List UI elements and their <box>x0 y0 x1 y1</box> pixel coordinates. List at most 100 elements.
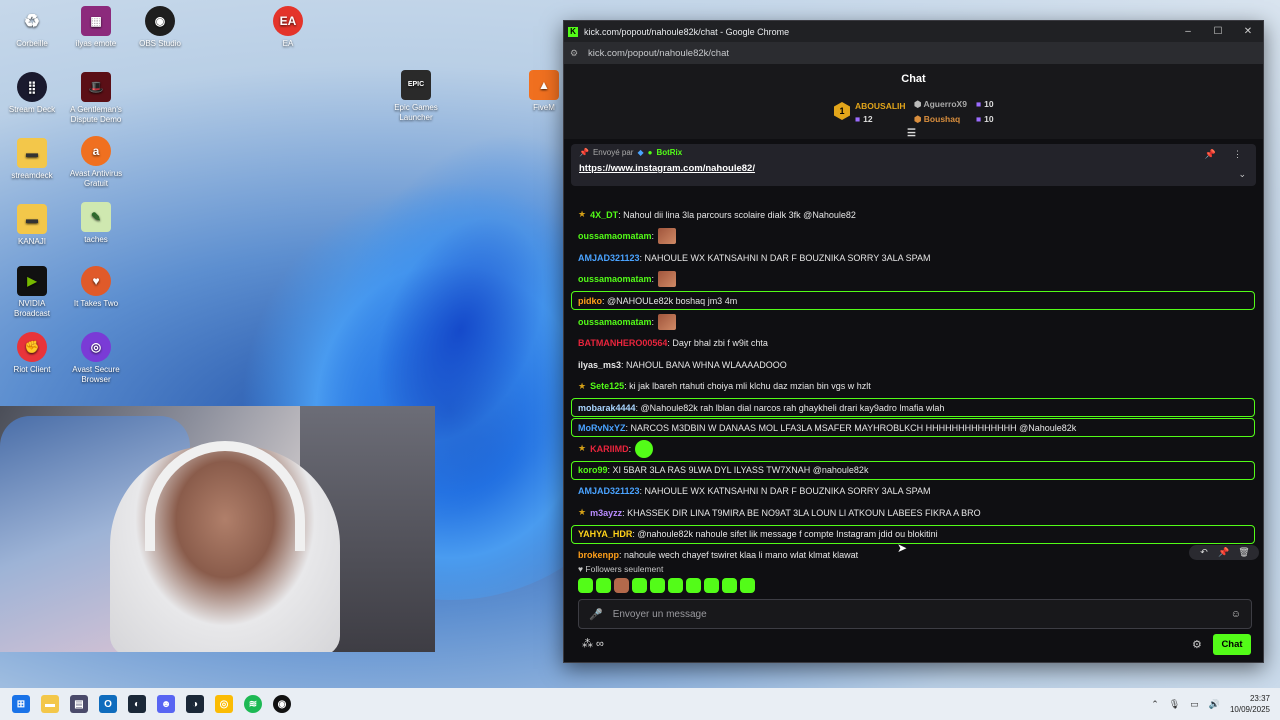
volume-icon[interactable]: 🔊 <box>1209 699 1220 710</box>
chat-username[interactable]: brokenpp <box>578 550 619 560</box>
leader-1-name[interactable]: ABOUSALIH <box>855 101 906 111</box>
leader-3[interactable]: ⬢ Boushaq <box>914 114 960 125</box>
emote-button[interactable] <box>740 578 755 593</box>
chat-username[interactable]: oussamaomatam <box>578 274 652 284</box>
chat-username[interactable]: 4X_DT <box>590 210 618 220</box>
desktop-icon-avast[interactable]: a Avast Antivirus Gratuit <box>64 136 128 189</box>
pinned-link[interactable]: https://www.instagram.com/nahoule82/ <box>579 163 1248 174</box>
chat-message[interactable]: ilyas_ms3: NAHOUL BANA WHNA WLAAAADOOO <box>564 354 1263 376</box>
desktop-icon-label: taches <box>84 235 108 244</box>
emote-button[interactable] <box>578 578 593 593</box>
emote-button[interactable] <box>722 578 737 593</box>
desktop-icon-ilyas-emote[interactable]: ▦ ilyas emote <box>64 6 128 49</box>
chat-username[interactable]: Sete125 <box>590 381 624 391</box>
chat-message[interactable]: YAHYA_HDR: @nahoule82k nahoule sifet lik… <box>571 524 1255 544</box>
send-chat-button[interactable]: Chat <box>1213 634 1251 655</box>
chat-username[interactable]: AMJAD321123 <box>578 486 640 496</box>
chat-message[interactable]: pidko: @NAHOULe82k boshaq jm3 4m <box>571 291 1255 310</box>
desktop-icon-avast-browser[interactable]: ◎ Avast Secure Browser <box>64 332 128 385</box>
chat-message[interactable]: mobarak4444: @Nahoule82k rah lblan dial … <box>571 398 1255 417</box>
desktop-icon-ea[interactable]: EA EA <box>256 6 320 49</box>
desktop-icon-taches[interactable]: ✎ taches <box>64 202 128 245</box>
unpin-icon[interactable]: 📌 <box>1205 149 1216 160</box>
microphone-tray-icon[interactable]: 🎙 <box>1169 699 1180 710</box>
site-settings-icon[interactable]: ⚙ <box>570 48 582 59</box>
chat-username[interactable]: YAHYA_HDR <box>578 529 632 539</box>
chat-username[interactable]: oussamaomatam <box>578 231 652 241</box>
store-icon[interactable]: ▤ <box>70 695 88 713</box>
emote-button[interactable] <box>650 578 665 593</box>
file-explorer-icon[interactable]: ▬ <box>41 695 59 713</box>
chrome-icon[interactable]: ◎ <box>215 695 233 713</box>
desktop-icon-epic[interactable]: EPIC Epic Games Launcher <box>384 70 448 123</box>
chat-message[interactable]: ★ KARIIMD: <box>564 438 1263 460</box>
chat-username[interactable]: koro99 <box>578 465 608 475</box>
emote-button[interactable] <box>596 578 611 593</box>
chat-message-text: : <box>651 316 655 327</box>
desktop-icon-it-takes-two[interactable]: ♥ It Takes Two <box>64 266 128 309</box>
leader-2[interactable]: ⬢ AguerroX9 <box>914 99 967 110</box>
chat-message[interactable]: oussamaomatam: <box>564 311 1263 333</box>
chat-input[interactable]: 🎤 Envoyer un message ☺ <box>578 599 1252 629</box>
collapse-leaderboard-icon[interactable]: ☰ <box>907 128 916 139</box>
chat-message[interactable]: ★ 4X_DT: Nahoul dii lina 3la parcours sco… <box>564 204 1263 226</box>
microphone-icon[interactable]: 🎤 <box>589 608 603 621</box>
desktop-icon-nvidia[interactable]: ▶ NVIDIA Broadcast <box>0 266 64 319</box>
start-button-icon[interactable]: ⊞ <box>12 695 30 713</box>
emote-button[interactable] <box>686 578 701 593</box>
address-bar[interactable]: ⚙ kick.com/popout/nahoule82k/chat <box>564 42 1263 64</box>
desktop-icon-riot[interactable]: ✊ Riot Client <box>0 332 64 375</box>
desktop-icon-obs[interactable]: ◉ OBS Studio <box>128 6 192 49</box>
outlook-icon[interactable]: O <box>99 695 117 713</box>
chat-username[interactable]: mobarak4444 <box>578 403 636 413</box>
delete-icon[interactable]: 🗑 <box>1235 547 1253 558</box>
desktop-icon-kanaji[interactable]: ▬ KANAJI <box>0 204 64 247</box>
chat-settings-icon[interactable]: ⚙ <box>1192 638 1202 651</box>
emote-button[interactable] <box>704 578 719 593</box>
steam-alt-icon[interactable]: ◑ <box>186 695 204 713</box>
minimize-button[interactable]: – <box>1173 26 1203 37</box>
obs-taskbar-icon[interactable]: ◉ <box>273 695 291 713</box>
discord-icon[interactable]: ☻ <box>157 695 175 713</box>
chat-message[interactable]: MoRvNxYZ: NARCOS M3DBIN W DANAAS MOL LFA… <box>571 418 1255 437</box>
emote-button[interactable] <box>668 578 683 593</box>
chat-message[interactable]: oussamaomatam: <box>564 226 1263 248</box>
chat-message[interactable]: AMJAD321123: NAHOULE WX KATNSAHNI N DAR … <box>564 481 1263 503</box>
chat-message[interactable]: BATMANHERO00564: Dayr bhal zbi f w9it ch… <box>564 333 1263 355</box>
emote-button[interactable] <box>614 578 629 593</box>
emote-button[interactable] <box>632 578 647 593</box>
chat-username[interactable]: ilyas_ms3 <box>578 360 621 370</box>
chat-username[interactable]: MoRvNxYZ <box>578 423 626 433</box>
desktop-icon-streamdeck-folder[interactable]: ▬ streamdeck <box>0 138 64 181</box>
chat-message[interactable]: ★ Sete125: ki jak lbareh rtahuti choiya m… <box>564 376 1263 398</box>
chat-message[interactable]: AMJAD321123: NAHOULE WX KATNSAHNI N DAR … <box>564 247 1263 269</box>
clock[interactable]: 23:37 10/09/2025 <box>1230 693 1270 715</box>
steam-icon[interactable]: ◐ <box>128 695 146 713</box>
desktop-icon-stream-deck[interactable]: ⣿ Stream Deck <box>0 72 64 115</box>
rank-1-medal-icon: 1 <box>834 102 850 120</box>
spotify-icon[interactable]: ≋ <box>244 695 262 713</box>
desktop-icon-gentleman[interactable]: 🎩 A Gentleman's Dispute Demo <box>64 72 128 125</box>
points-icon[interactable]: ⁂ ∞ <box>582 637 604 650</box>
desktop-icon-corbeille[interactable]: ♻ Corbeille <box>0 6 64 49</box>
pin-message-icon[interactable]: 📌 <box>1215 547 1233 558</box>
chat-username[interactable]: pidko <box>578 296 602 306</box>
chat-username[interactable]: BATMANHERO00564 <box>578 338 667 348</box>
more-options-icon[interactable]: ⋮ <box>1233 149 1242 160</box>
maximize-button[interactable]: ☐ <box>1203 26 1233 37</box>
chat-username[interactable]: m3ayzz <box>590 508 622 518</box>
chat-username[interactable]: AMJAD321123 <box>578 253 640 263</box>
chat-message[interactable]: oussamaomatam: <box>564 269 1263 291</box>
network-icon[interactable]: ▭ <box>1190 699 1199 710</box>
close-button[interactable]: ✕ <box>1233 26 1263 37</box>
chat-message[interactable]: ★ m3ayzz: KHASSEK DIR LINA T9MIRA BE NO9A… <box>564 502 1263 524</box>
chat-message[interactable]: koro99: XI 5BAR 3LA RAS 9LWA DYL ILYASS … <box>571 460 1255 480</box>
chevron-down-icon[interactable]: ⌄ <box>1238 169 1246 180</box>
chat-message[interactable]: brokenpp: nahoule wech chayef tswiret kl… <box>564 544 1263 565</box>
chat-username[interactable]: KARIIMD <box>590 444 629 454</box>
chat-username[interactable]: oussamaomatam <box>578 317 652 327</box>
emoji-picker-icon[interactable]: ☺ <box>1231 609 1241 620</box>
show-hidden-icons-icon[interactable]: ⌃ <box>1151 699 1159 710</box>
pinned-sender-name[interactable]: BotRix <box>656 148 682 157</box>
reply-icon[interactable]: ↶ <box>1195 547 1213 558</box>
